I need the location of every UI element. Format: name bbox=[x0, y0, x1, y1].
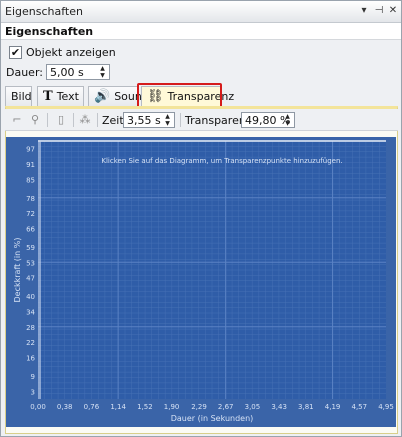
y-tick-label: 66 bbox=[26, 226, 35, 234]
properties-window: Eigenschaften ▾ ⊣ ✕ Eigenschaften ✔ Obje… bbox=[0, 0, 402, 437]
duration-label: Dauer: bbox=[6, 65, 43, 79]
y-tick-label: 85 bbox=[26, 177, 35, 185]
grid-tool-icon[interactable]: ⁂ bbox=[77, 112, 93, 128]
x-tick-label: 4,95 bbox=[378, 403, 394, 411]
curve-tool-icon[interactable]: ⌐ bbox=[9, 112, 25, 128]
toolbar-separator bbox=[97, 113, 98, 127]
section-title: Eigenschaften bbox=[5, 25, 94, 38]
x-tick-label: 0,00 bbox=[30, 403, 46, 411]
y-tick-label: 53 bbox=[26, 259, 35, 267]
y-axis-label: Deckkraft (in %) bbox=[13, 238, 22, 303]
y-tick-label: 78 bbox=[26, 195, 35, 203]
opacity-chart[interactable]: 97 91 85 78 72 66 59 53 47 40 34 28 22 16 9 3 0,00 0,38 0,… bbox=[6, 137, 396, 427]
window-title: Eigenschaften bbox=[5, 5, 83, 18]
show-object-checkbox[interactable]: ✔ bbox=[9, 45, 22, 59]
x-tick-label: 3,05 bbox=[245, 403, 261, 411]
tab-sound[interactable]: 🔊 Sound bbox=[88, 86, 149, 106]
x-tick-label: 0,38 bbox=[57, 403, 73, 411]
toolbar-separator bbox=[73, 113, 74, 127]
tab-text-label: Text bbox=[56, 90, 79, 103]
show-object-row[interactable]: ✔ Objekt anzeigen bbox=[9, 45, 116, 59]
opacity-ramp bbox=[38, 141, 41, 399]
time-spinner[interactable]: 3,55 s ▲ ▼ bbox=[123, 112, 175, 128]
y-tick-label: 59 bbox=[26, 244, 35, 252]
text-icon: T bbox=[43, 89, 53, 104]
x-tick-label: 4,19 bbox=[325, 403, 341, 411]
y-tick-label: 28 bbox=[26, 324, 35, 332]
y-tick-label: 22 bbox=[26, 339, 35, 347]
pin-icon[interactable]: ⊣ bbox=[372, 4, 386, 18]
y-tick-label: 34 bbox=[26, 308, 35, 316]
title-bar: Eigenschaften ▾ ⊣ ✕ bbox=[1, 1, 401, 23]
x-tick-label: 3,43 bbox=[271, 403, 287, 411]
show-object-label: Objekt anzeigen bbox=[26, 45, 116, 59]
duration-row: Dauer: 5,00 s ▲ ▼ bbox=[6, 64, 110, 80]
tab-bild[interactable]: Bild bbox=[5, 86, 32, 106]
x-tick-label: 4,57 bbox=[351, 403, 367, 411]
transparency-spinner[interactable]: 49,80 % ▲ ▼ bbox=[241, 112, 295, 128]
y-tick-label: 9 bbox=[31, 373, 35, 381]
y-tick-label: 97 bbox=[26, 146, 35, 154]
x-tick-label: 3,81 bbox=[298, 403, 314, 411]
spinner-arrows-icon[interactable]: ▲ ▼ bbox=[97, 65, 108, 79]
x-tick-label: 1,90 bbox=[164, 403, 180, 411]
section-header: Eigenschaften bbox=[1, 23, 401, 40]
x-tick-label: 1,14 bbox=[110, 403, 126, 411]
y-tick-label: 72 bbox=[26, 210, 35, 218]
toolbar-separator bbox=[180, 113, 181, 127]
tab-bild-label: Bild bbox=[11, 90, 32, 103]
chart-annotation: Klicken Sie auf das Diagramm, um Transpa… bbox=[101, 157, 342, 165]
x-axis-label: Dauer (in Sekunden) bbox=[171, 414, 254, 423]
duration-spinner[interactable]: 5,00 s ▲ ▼ bbox=[46, 64, 110, 80]
y-tick-label: 3 bbox=[31, 388, 35, 396]
dropdown-icon[interactable]: ▾ bbox=[357, 4, 371, 18]
x-tick-label: 1,52 bbox=[137, 403, 153, 411]
toolbar-separator bbox=[47, 113, 48, 127]
delete-icon[interactable]: ▯ bbox=[53, 112, 69, 128]
y-tick-label: 40 bbox=[26, 293, 35, 301]
close-icon[interactable]: ✕ bbox=[386, 4, 400, 18]
y-tick-label: 16 bbox=[26, 355, 35, 363]
y-tick-label: 47 bbox=[26, 275, 35, 283]
x-tick-label: 2,29 bbox=[191, 403, 207, 411]
x-tick-label: 0,76 bbox=[84, 403, 100, 411]
duration-value[interactable]: 5,00 s bbox=[50, 66, 84, 79]
tab-text[interactable]: T Text bbox=[37, 86, 84, 106]
x-tick-label: 2,67 bbox=[218, 403, 234, 411]
speaker-icon: 🔊 bbox=[94, 89, 111, 104]
keyframe-tool-icon[interactable]: ⚲ bbox=[27, 112, 43, 128]
time-value[interactable]: 3,55 s bbox=[127, 114, 161, 127]
y-tick-label: 91 bbox=[26, 161, 35, 169]
tab-highlight-frame bbox=[137, 83, 222, 108]
spinner-arrows-icon[interactable]: ▲ ▼ bbox=[162, 113, 173, 127]
spinner-arrows-icon[interactable]: ▲ ▼ bbox=[282, 113, 293, 127]
chart-svg[interactable]: 97 91 85 78 72 66 59 53 47 40 34 28 22 16 9 3 0,00 0,38 0,… bbox=[6, 137, 396, 427]
chart-toolbar: ⌐ ⚲ ▯ ⁂ Zeit: 3,55 s ▲ ▼ Transparenz: 49,… bbox=[5, 109, 398, 131]
